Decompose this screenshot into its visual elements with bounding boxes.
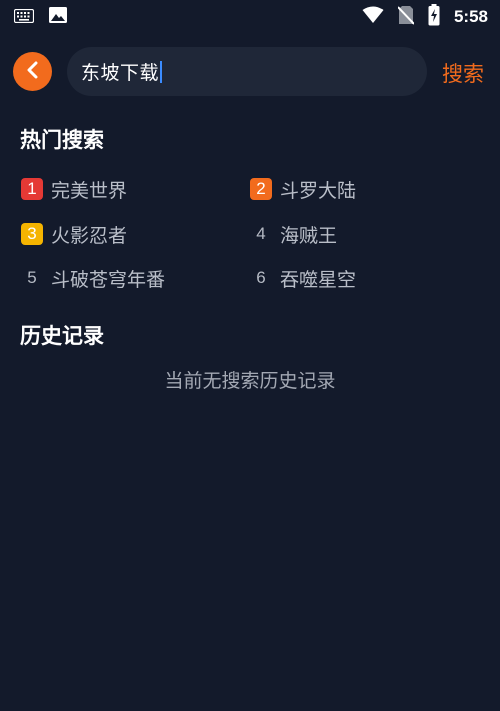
hot-search-label: 完美世界 xyxy=(51,179,128,202)
keyboard-icon xyxy=(13,8,35,27)
rank-number: 6 xyxy=(256,268,266,287)
no-sim-icon xyxy=(397,5,415,29)
hot-search-label: 斗破苍穹年番 xyxy=(51,268,166,291)
hot-search-label: 斗罗大陆 xyxy=(280,179,357,202)
chevron-left-icon xyxy=(25,61,41,83)
rank-badge: 1 xyxy=(21,178,43,200)
history-title: 历史记录 xyxy=(20,324,104,348)
hot-search-item[interactable]: 5 斗破苍穹年番 xyxy=(21,265,165,291)
rank-number: 5 xyxy=(27,268,37,287)
rank-badge: 3 xyxy=(21,223,43,245)
hot-search-item[interactable]: 2 斗罗大陆 xyxy=(250,176,356,202)
image-icon xyxy=(48,6,68,28)
rank-badge: 2 xyxy=(250,178,272,200)
wifi-icon xyxy=(362,6,384,28)
hot-search-label: 吞噬星空 xyxy=(280,268,357,291)
hot-search-item[interactable]: 6 吞噬星空 xyxy=(250,265,356,291)
hot-search-item[interactable]: 4 海贼王 xyxy=(250,221,337,247)
rank-number: 4 xyxy=(256,224,266,243)
hot-search-item[interactable]: 3 火影忍者 xyxy=(21,221,127,247)
back-button[interactable] xyxy=(13,52,52,91)
hot-search-label: 火影忍者 xyxy=(51,224,128,247)
hot-search-item[interactable]: 1 完美世界 xyxy=(21,176,127,202)
hot-search-title: 热门搜索 xyxy=(20,128,104,152)
status-bar: 5:58 xyxy=(0,0,500,34)
hot-search-label: 海贼王 xyxy=(280,224,338,247)
search-button[interactable]: 搜索 xyxy=(442,58,484,88)
search-input[interactable]: 东坡下载 xyxy=(67,47,427,96)
battery-charging-icon xyxy=(428,4,440,30)
status-time: 5:58 xyxy=(453,7,488,26)
search-input-value: 东坡下载 xyxy=(81,62,160,84)
text-caret xyxy=(160,60,163,83)
history-empty-text: 当前无搜索历史记录 xyxy=(164,370,336,392)
